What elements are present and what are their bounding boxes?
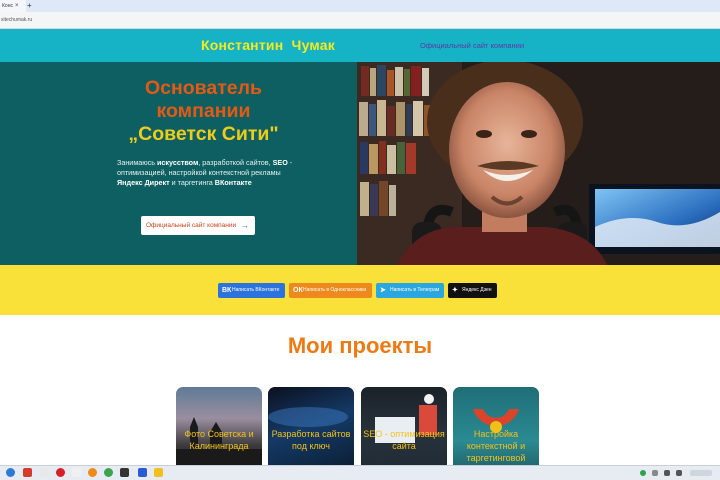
vk-icon: ВК bbox=[222, 287, 232, 294]
portrait-photo bbox=[357, 62, 720, 265]
project-card-websites[interactable]: Разработка сайтов под ключ bbox=[268, 387, 354, 477]
hero-text-bold: Яндекс Директ bbox=[117, 178, 170, 187]
chrome-icon[interactable] bbox=[104, 468, 113, 477]
tray-icon[interactable] bbox=[652, 470, 658, 476]
app-icon[interactable] bbox=[40, 468, 49, 477]
browser-tab[interactable]: Конс bbox=[0, 0, 26, 12]
write-telegram-button[interactable]: ➤ Написать в Телеграм bbox=[376, 283, 444, 298]
write-ok-label: Написать в Одноклассники bbox=[303, 287, 367, 293]
official-site-button[interactable]: Официальный сайт компании → bbox=[141, 216, 255, 235]
write-telegram-label: Написать в Телеграм bbox=[390, 287, 440, 293]
app-icon[interactable] bbox=[72, 468, 81, 477]
projects-title: Мои проекты bbox=[287, 333, 433, 358]
tab-close-icon[interactable]: × bbox=[15, 0, 19, 12]
site-header bbox=[0, 29, 720, 62]
dzen-icon: ✦ bbox=[452, 287, 458, 294]
project-card-ads[interactable]: Настройка контекстной и таргетинговой ре… bbox=[453, 387, 539, 477]
ok-icon: ОК bbox=[293, 287, 303, 294]
site-brand[interactable]: Константин Чумак bbox=[201, 29, 335, 62]
yandex-browser-icon[interactable] bbox=[56, 468, 65, 477]
hero-title: Основатель компании „Советск Сити" bbox=[100, 77, 307, 146]
hero-text-bold: искусством bbox=[157, 158, 199, 167]
official-site-button-label: Официальный сайт компании bbox=[146, 222, 237, 229]
hero-text-bold: ВКонтакте bbox=[214, 178, 252, 187]
project-card-label: Разработка сайтов под ключ bbox=[271, 429, 351, 451]
hero-description: Занимаюсь искусством, разработкой сайтов… bbox=[117, 158, 302, 188]
arrow-right-icon: → bbox=[241, 221, 249, 230]
app-icon[interactable] bbox=[23, 468, 32, 477]
project-card-label: SEO - оптимизация сайта bbox=[363, 429, 445, 451]
hero-text-part: , разработкой сайтов, bbox=[198, 158, 273, 167]
portrait-photo-drawing bbox=[357, 62, 720, 265]
new-tab-button[interactable]: + bbox=[27, 0, 32, 12]
project-card-photo[interactable]: Фото Советска и Калининграда bbox=[176, 387, 262, 477]
app-icon[interactable] bbox=[120, 468, 129, 477]
write-vk-button[interactable]: ВК Написать ВКонтакте bbox=[218, 283, 285, 298]
yandex-dzen-label: Яндекс Дзен bbox=[462, 287, 492, 293]
hero-title-line-3: „Советск Сити" bbox=[128, 123, 279, 145]
start-icon[interactable] bbox=[6, 468, 15, 477]
browser-tab-strip bbox=[0, 0, 720, 12]
firefox-icon[interactable] bbox=[88, 468, 97, 477]
project-card-seo[interactable]: SEO - оптимизация сайта bbox=[361, 387, 447, 477]
app-icon[interactable] bbox=[138, 468, 147, 477]
network-icon[interactable] bbox=[664, 470, 670, 476]
clock-area[interactable] bbox=[690, 470, 712, 476]
tab-title: Конс bbox=[2, 3, 13, 9]
project-card-label: Фото Советска и Калининграда bbox=[184, 429, 254, 451]
volume-icon[interactable] bbox=[676, 470, 682, 476]
hero-title-line-1: Основатель bbox=[144, 77, 263, 99]
tray-icon[interactable] bbox=[640, 470, 646, 476]
telegram-icon: ➤ bbox=[380, 287, 386, 294]
hero-text-part: и таргетинга bbox=[169, 178, 215, 187]
yandex-dzen-button[interactable]: ✦ Яндекс Дзен bbox=[448, 283, 497, 298]
nav-link-official-site[interactable]: Официальный сайт компании bbox=[420, 29, 524, 62]
hero-text-part: Занимаюсь bbox=[117, 158, 157, 167]
hero-title-line-2: компании bbox=[156, 100, 251, 122]
app-icon[interactable] bbox=[154, 468, 163, 477]
address-bar[interactable] bbox=[0, 12, 720, 29]
hero-text-bold: SEO bbox=[272, 158, 288, 167]
url-text[interactable]: sitechumak.ru bbox=[0, 12, 32, 29]
write-vk-label: Написать ВКонтакте bbox=[232, 287, 280, 293]
write-ok-button[interactable]: ОК Написать в Одноклассники bbox=[289, 283, 372, 298]
